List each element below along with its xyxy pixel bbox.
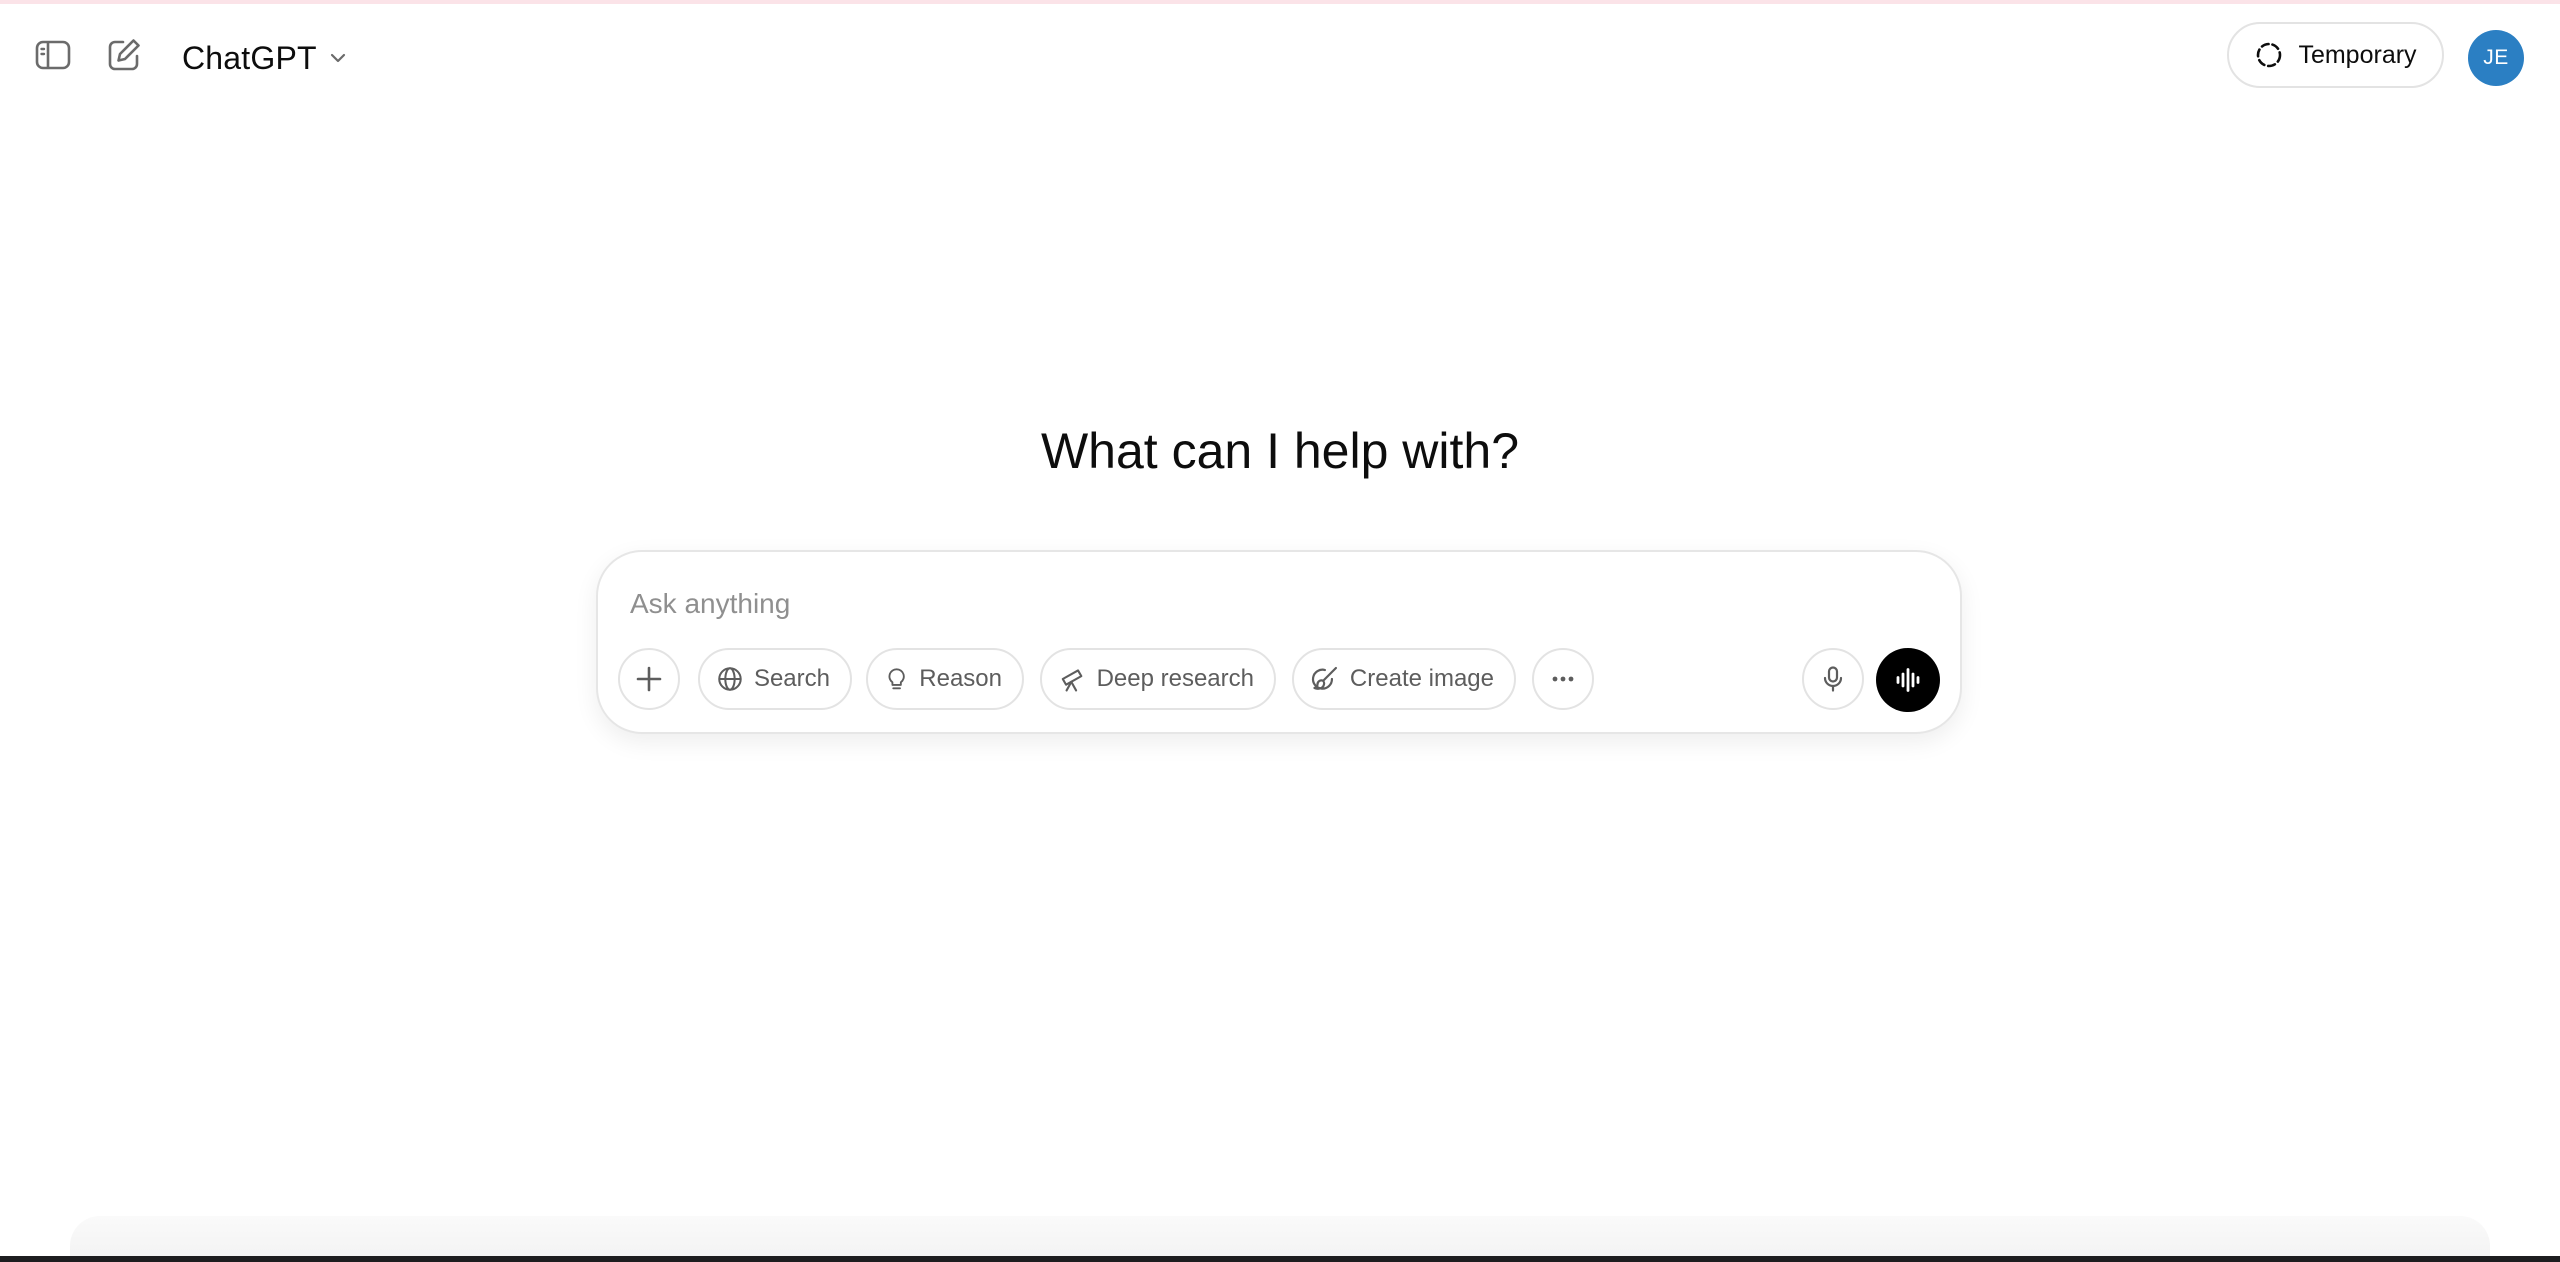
page-title: What can I help with? [1040, 423, 1520, 479]
sidebar-toggle-icon [35, 40, 71, 70]
deep-research-label: Deep research [1096, 665, 1254, 692]
telescope-icon [1061, 669, 1083, 692]
ellipsis-icon [1552, 676, 1574, 682]
dashed-circle-icon [2257, 42, 2282, 68]
chatgpt-page: ChatGPT Temporary JE What can I help wit… [0, 0, 2560, 1262]
microphone-icon [1823, 666, 1843, 692]
attach-button[interactable] [618, 648, 680, 710]
reason-label: Reason [919, 665, 1002, 692]
create-image-label: Create image [1349, 665, 1494, 692]
lightbulb-icon [888, 668, 905, 690]
new-chat-button[interactable] [96, 27, 152, 83]
window-bottom-edge [0, 1256, 2560, 1262]
more-tools-button[interactable] [1532, 648, 1594, 710]
create-image-button[interactable]: Create image [1292, 648, 1516, 710]
temporary-chat-button[interactable]: Temporary [2227, 22, 2444, 88]
chevron-down-icon [330, 53, 345, 63]
reason-button[interactable]: Reason [866, 648, 1024, 710]
globe-icon [718, 667, 742, 691]
voice-mode-button[interactable] [1876, 648, 1940, 712]
paint-brush-icon [1311, 666, 1338, 690]
prompt-input[interactable] [630, 582, 1830, 626]
new-chat-icon [108, 39, 140, 71]
avatar-initials: JE [2483, 46, 2509, 69]
search-button[interactable]: Search [698, 648, 852, 710]
plus-icon [636, 666, 662, 692]
model-name: ChatGPT [182, 39, 317, 76]
composer: Search Reason Deep research Create [596, 550, 1962, 734]
temporary-label: Temporary [2298, 40, 2417, 69]
top-header: ChatGPT Temporary JE [0, 4, 2560, 108]
user-avatar[interactable]: JE [2468, 30, 2524, 86]
dictate-button[interactable] [1802, 648, 1864, 710]
search-label: Search [753, 665, 830, 692]
voice-waveform-icon [1896, 668, 1920, 692]
sidebar-toggle-button[interactable] [25, 27, 81, 83]
model-switcher[interactable]: ChatGPT [168, 28, 363, 88]
deep-research-button[interactable]: Deep research [1040, 648, 1276, 710]
